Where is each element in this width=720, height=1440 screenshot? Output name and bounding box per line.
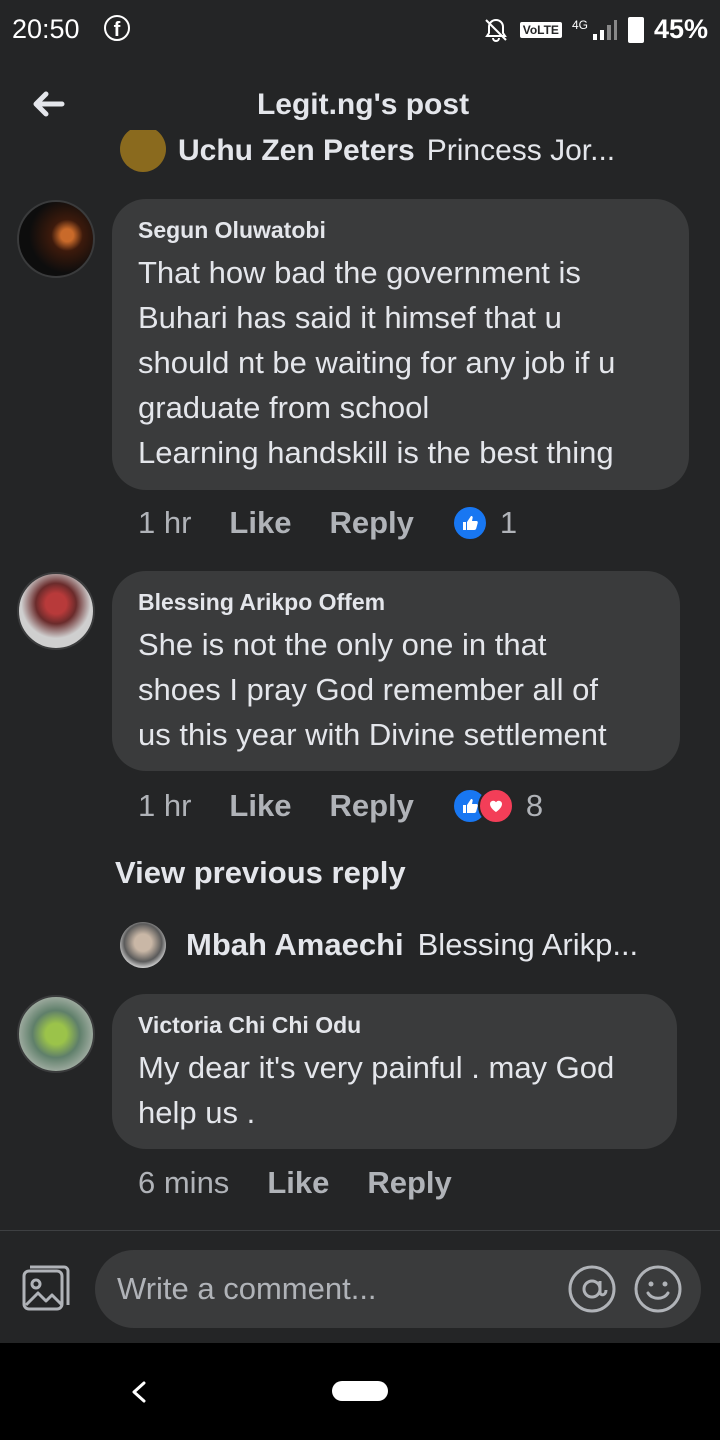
comment-line: My dear it's very painful . may God	[138, 1050, 615, 1085]
reaction-count: 8	[525, 788, 544, 823]
clipped-reply-row[interactable]: Uchu Zen Peters Princess Jor...	[120, 130, 680, 172]
comment-composer: Write a comment...	[0, 1230, 720, 1344]
comment-author[interactable]: Segun Oluwatobi	[138, 217, 663, 244]
signal-icon	[592, 19, 617, 40]
avatar[interactable]	[17, 995, 95, 1073]
network-type: 4G	[571, 17, 588, 32]
comment-line: help us .	[138, 1095, 256, 1130]
comment-author[interactable]: Blessing Arikpo Offem	[138, 589, 654, 616]
comment-text: That how bad the government is Buhari ha…	[138, 250, 663, 475]
volte-badge: VoLTE	[519, 21, 562, 38]
comment-line: us this year with Divine settlement	[138, 717, 607, 752]
like-button[interactable]: Like	[267, 1165, 329, 1201]
comment-line: should nt be waiting for any job if u	[138, 345, 616, 380]
mute-icon	[484, 18, 507, 42]
comment-text: My dear it's very painful . may God help…	[138, 1045, 651, 1135]
reply-author-name[interactable]: Mbah Amaechi	[186, 927, 404, 963]
comment-time[interactable]: 1 hr	[138, 788, 191, 824]
love-reaction-icon	[477, 788, 514, 824]
comment-actions: 6 mins Like Reply	[138, 1165, 490, 1201]
system-nav-bar	[0, 1343, 720, 1440]
status-icons: VoLTE 4G 45%	[482, 14, 708, 45]
comment-input[interactable]: Write a comment...	[95, 1250, 701, 1328]
status-time: 20:50	[12, 14, 80, 44]
comment-author[interactable]: Victoria Chi Chi Odu	[138, 1012, 651, 1039]
system-home-pill[interactable]	[332, 1381, 388, 1401]
avatar[interactable]	[17, 200, 95, 278]
reply-snippet: Princess Jor...	[426, 134, 616, 167]
comment-line: shoes I pray God remember all of	[138, 672, 599, 707]
photo-icon[interactable]	[20, 1263, 72, 1315]
facebook-notification-icon: f	[104, 15, 130, 41]
comment-text: She is not the only one in that shoes I …	[138, 622, 654, 757]
comment-line: graduate from school	[138, 390, 430, 425]
comment-bubble[interactable]: Blessing Arikpo Offem She is not the onl…	[112, 571, 680, 771]
comment-bubble[interactable]: Victoria Chi Chi Odu My dear it's very p…	[112, 994, 677, 1149]
reply-preview[interactable]: Mbah Amaechi Blessing Arikp...	[120, 922, 680, 968]
like-reaction-icon	[451, 505, 488, 541]
avatar[interactable]	[17, 572, 95, 650]
comment-input-placeholder: Write a comment...	[117, 1271, 377, 1306]
comment-line: Learning handskill is the best thing	[138, 435, 614, 470]
avatar[interactable]	[120, 130, 166, 172]
comment-actions: 1 hr Like Reply 8	[138, 788, 543, 824]
reply-button[interactable]: Reply	[329, 788, 413, 824]
reactions-summary[interactable]: 8	[451, 788, 544, 824]
reply-author-name[interactable]: Uchu Zen Peters	[178, 134, 415, 168]
reply-button[interactable]: Reply	[329, 505, 413, 541]
like-button[interactable]: Like	[229, 505, 291, 541]
reply-snippet: Blessing Arikp...	[417, 927, 639, 962]
comment-bubble[interactable]: Segun Oluwatobi That how bad the governm…	[112, 199, 689, 490]
view-previous-reply-link[interactable]: View previous reply	[115, 855, 406, 891]
comment-line: She is not the only one in that	[138, 627, 547, 662]
comment-line: That how bad the government is	[138, 255, 581, 290]
system-back-icon[interactable]	[128, 1377, 150, 1407]
comment-time[interactable]: 6 mins	[138, 1165, 229, 1201]
battery-percent: 45%	[653, 14, 708, 44]
comment-time[interactable]: 1 hr	[138, 505, 191, 541]
reaction-count: 1	[499, 505, 518, 540]
emoji-icon[interactable]	[633, 1264, 683, 1314]
comment-line: Buhari has said it himsef that u	[138, 300, 562, 335]
status-bar: 20:50 f VoLTE 4G 45%	[0, 0, 720, 62]
reply-button[interactable]: Reply	[367, 1165, 451, 1201]
reactions-summary[interactable]: 1	[451, 505, 518, 541]
battery-icon	[627, 16, 644, 43]
avatar[interactable]	[120, 922, 166, 968]
mention-icon[interactable]	[567, 1264, 617, 1314]
like-button[interactable]: Like	[229, 788, 291, 824]
page-title: Legit.ng's post	[256, 88, 470, 121]
comment-actions: 1 hr Like Reply 1	[138, 505, 517, 541]
